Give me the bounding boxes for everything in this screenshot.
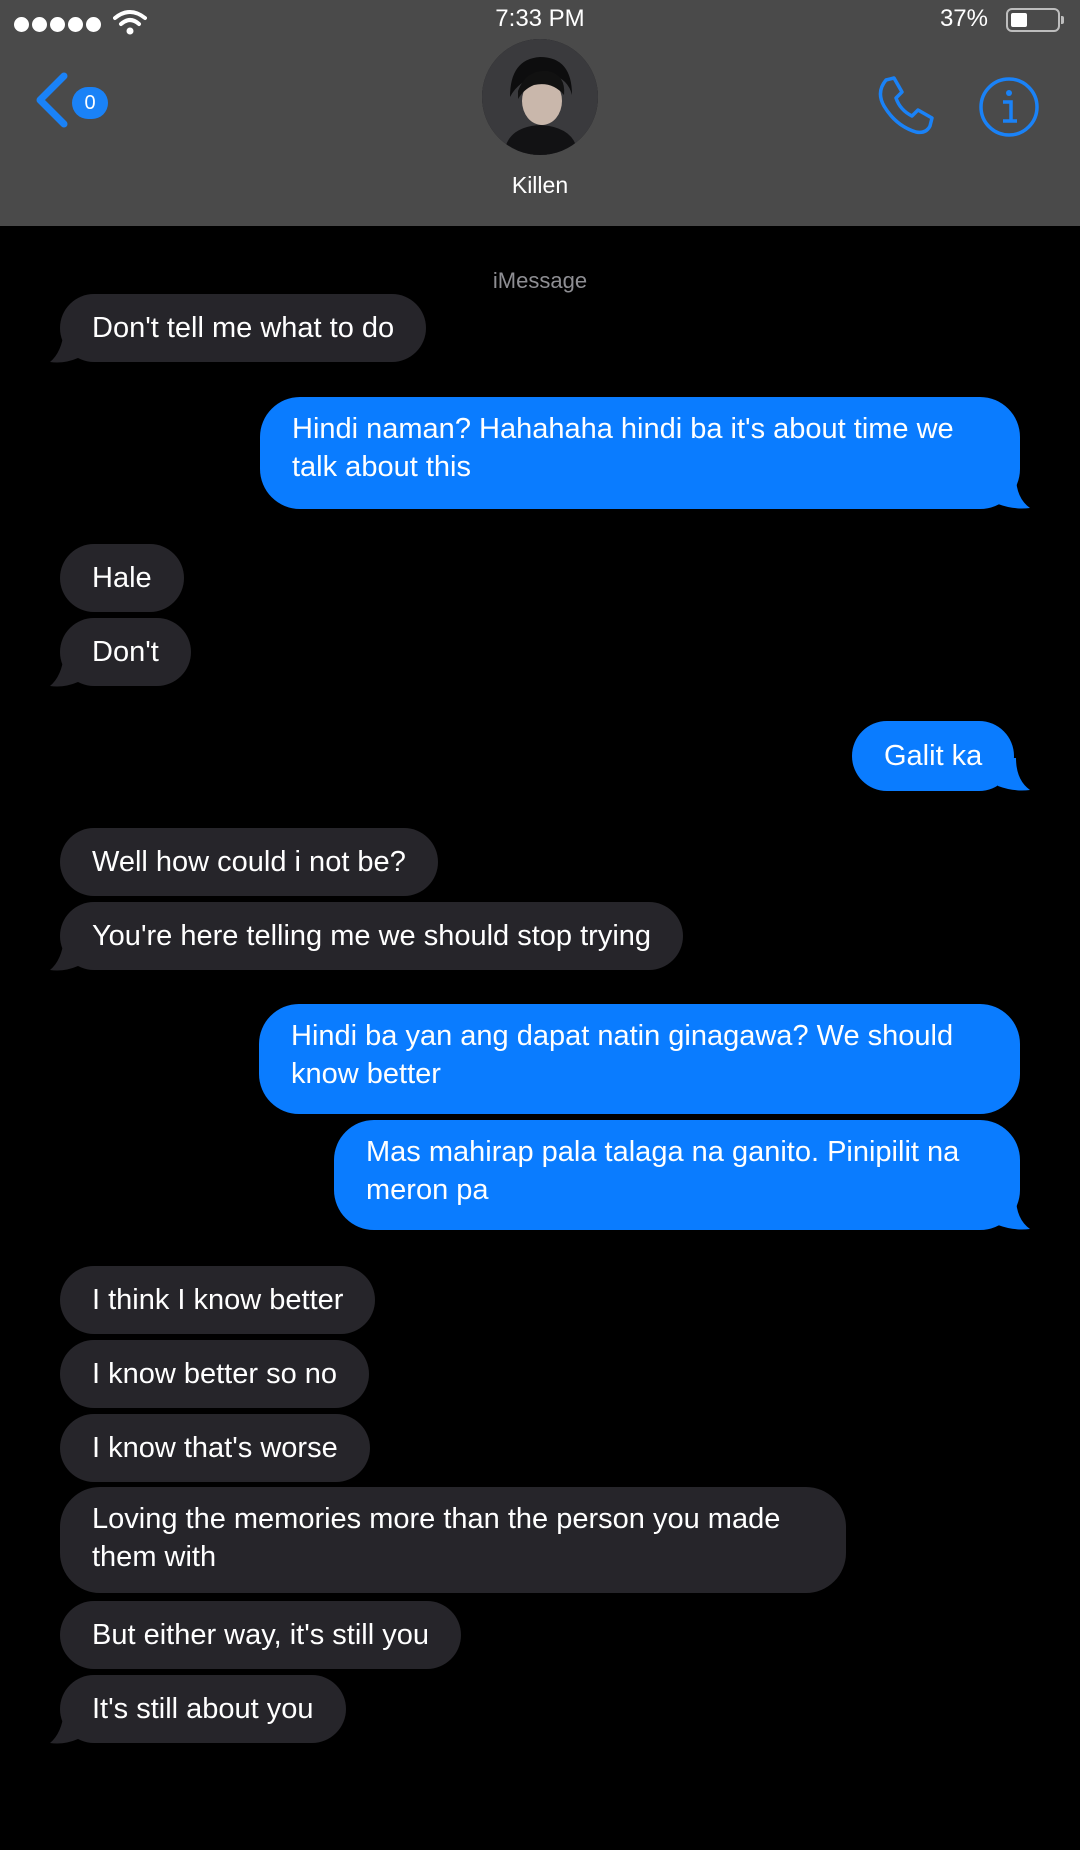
bubble-tail [998, 1197, 1030, 1230]
service-label: iMessage [492, 268, 588, 293]
bubble-tail [998, 758, 1030, 791]
incoming-message-bubble[interactable]: I know better so no [60, 1340, 370, 1408]
back-button[interactable]: 0 [34, 70, 124, 130]
status-bar: 7:33 PM 37% [0, 0, 1080, 40]
bubble-tail [50, 1711, 78, 1744]
phone-icon[interactable] [872, 74, 936, 138]
conversation-header: 7:33 PM 37% 0 Killen [0, 0, 1080, 226]
incoming-message-bubble[interactable]: Well how could i not be? [60, 828, 438, 896]
incoming-message-bubble[interactable]: Don't tell me what to do [60, 294, 427, 362]
battery-icon [1006, 8, 1064, 32]
incoming-message-bubble[interactable]: I think I know better [60, 1266, 376, 1334]
unread-badge: 0 [72, 87, 108, 119]
info-icon[interactable] [978, 76, 1040, 138]
incoming-message-bubble[interactable]: But either way, it's still you [60, 1601, 462, 1669]
incoming-message-bubble[interactable]: Loving the memories more than the person… [60, 1487, 846, 1593]
back-chevron-icon [36, 72, 68, 128]
outgoing-message-bubble[interactable]: Hindi ba yan ang dapat natin ginagawa? W… [259, 1004, 1020, 1114]
outgoing-message-bubble[interactable]: Hindi naman? Hahahaha hindi ba it's abou… [260, 397, 1020, 509]
battery-percentage: 37% [939, 5, 988, 32]
bubble-tail [50, 330, 78, 363]
bubble-tail [50, 654, 78, 687]
status-time: 7:33 PM [495, 5, 585, 32]
incoming-message-bubble[interactable]: Hale [60, 544, 184, 612]
contact-avatar[interactable] [482, 39, 598, 155]
incoming-message-bubble[interactable]: I know that's worse [60, 1414, 370, 1482]
outgoing-message-bubble[interactable]: Mas mahirap pala talaga na ganito. Pinip… [334, 1120, 1020, 1230]
avatar-photo [482, 39, 598, 155]
outgoing-message-bubble[interactable]: Galit ka [852, 721, 1015, 791]
bubble-tail [998, 476, 1030, 509]
contact-name[interactable]: Killen [0, 172, 1080, 199]
incoming-message-bubble[interactable]: You're here telling me we should stop tr… [60, 902, 684, 970]
bubble-tail [50, 938, 78, 971]
incoming-message-bubble[interactable]: It's still about you [60, 1675, 346, 1743]
